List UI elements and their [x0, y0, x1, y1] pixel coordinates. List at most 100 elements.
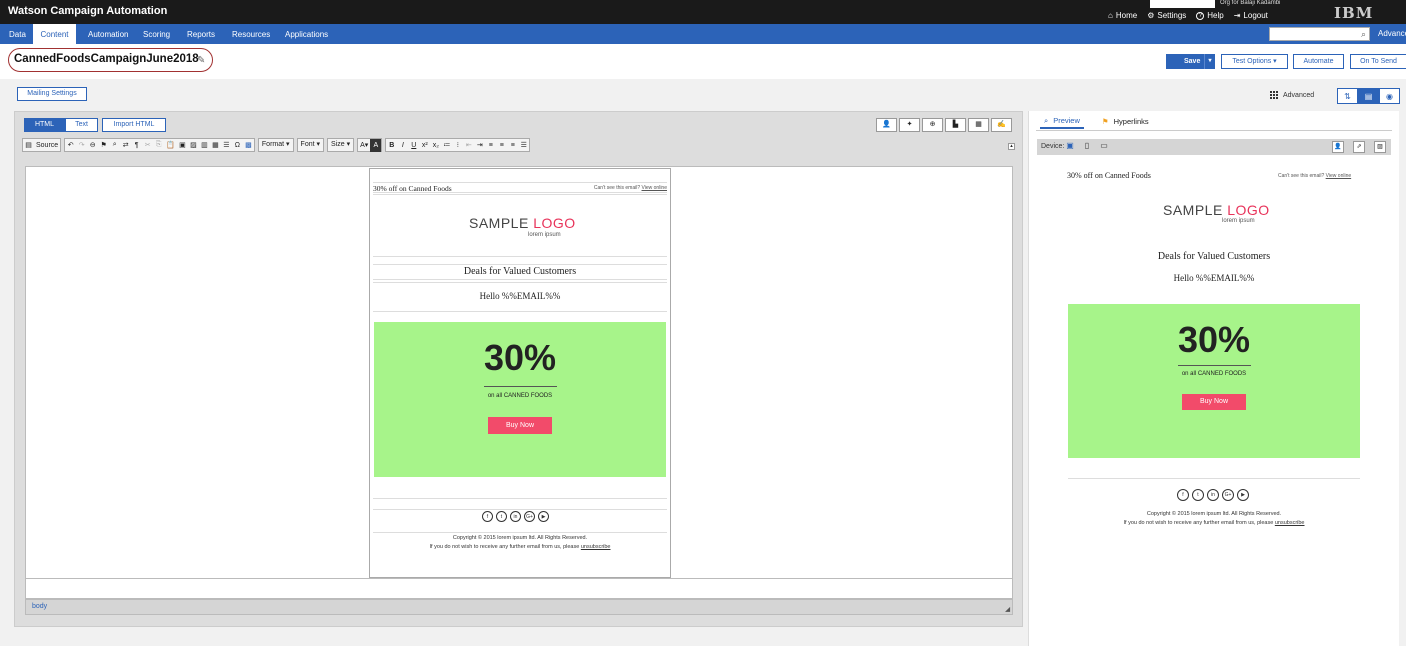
- on-to-send-button[interactable]: On To Send: [1350, 54, 1406, 69]
- link-icon[interactable]: ⊕: [922, 118, 943, 132]
- preview-view-online-link[interactable]: View online: [1326, 173, 1351, 179]
- linkedin-icon[interactable]: in: [1207, 489, 1219, 501]
- twitter-icon[interactable]: t: [1192, 489, 1204, 501]
- redo-icon[interactable]: ↷: [76, 139, 87, 152]
- paragraph-icon[interactable]: ¶: [131, 139, 142, 152]
- bg-color-icon[interactable]: A: [370, 138, 382, 152]
- email-template[interactable]: 30% off on Canned Foods Can't see this e…: [369, 168, 671, 578]
- align-left-icon[interactable]: ≡: [485, 139, 496, 152]
- special-char-icon[interactable]: Ω: [232, 139, 243, 152]
- google-plus-icon[interactable]: G+: [1222, 489, 1234, 501]
- flag-icon[interactable]: ⚑: [98, 139, 109, 152]
- tablet-device-icon[interactable]: ▭: [1099, 141, 1109, 153]
- iframe-icon[interactable]: ▩: [243, 139, 254, 152]
- split-view-icon[interactable]: ⇅: [1337, 88, 1358, 104]
- underline-icon[interactable]: U: [408, 139, 419, 152]
- indent-icon[interactable]: ⇥: [474, 139, 485, 152]
- save-dropdown-icon[interactable]: ▾: [1204, 54, 1215, 69]
- italic-icon[interactable]: I: [397, 139, 408, 152]
- facebook-icon[interactable]: f: [482, 511, 493, 522]
- search-input[interactable]: ⌕: [1269, 27, 1370, 41]
- personalize-icon[interactable]: 👤: [876, 118, 897, 132]
- table-icon[interactable]: ▦: [210, 139, 221, 152]
- page-title[interactable]: CannedFoodsCampaignJune2018: [14, 53, 199, 65]
- signature-icon[interactable]: ✍: [991, 118, 1012, 132]
- subscript-icon[interactable]: x₂: [430, 139, 441, 152]
- edit-pencil-icon[interactable]: ✎: [197, 55, 205, 66]
- tab-scoring[interactable]: Scoring: [143, 24, 170, 44]
- tab-import-html[interactable]: Import HTML: [102, 118, 166, 132]
- document-icon[interactable]: ▙: [945, 118, 966, 132]
- twitter-icon[interactable]: t: [496, 511, 507, 522]
- logout-link[interactable]: ⇥ Logout: [1234, 11, 1268, 20]
- undo-icon[interactable]: ↶: [65, 139, 76, 152]
- preview-buy-now-button[interactable]: Buy Now: [1182, 394, 1246, 410]
- test-options-button[interactable]: Test Options ▾: [1221, 54, 1288, 69]
- tab-preview[interactable]: ⌕ Preview: [1040, 114, 1084, 129]
- buy-now-button[interactable]: Buy Now: [488, 417, 552, 434]
- tab-automation[interactable]: Automation: [88, 24, 128, 44]
- font-dropdown[interactable]: Font ▾: [296, 138, 325, 152]
- replace-icon[interactable]: ⇄: [120, 139, 131, 152]
- advanced-search-link[interactable]: Advance: [1378, 29, 1406, 38]
- link-insert-icon[interactable]: ⊖: [87, 139, 98, 152]
- home-link[interactable]: ⌂ Home: [1108, 11, 1137, 20]
- justify-icon[interactable]: ☰: [518, 139, 529, 152]
- tab-text[interactable]: Text: [65, 118, 98, 132]
- tab-applications[interactable]: Applications: [285, 24, 328, 44]
- copy-icon[interactable]: ⎘: [153, 139, 164, 152]
- layout-icon[interactable]: ▦: [968, 118, 989, 132]
- numbered-list-icon[interactable]: ≔: [441, 139, 452, 152]
- youtube-icon[interactable]: ▶: [1237, 489, 1249, 501]
- align-right-icon[interactable]: ≡: [507, 139, 518, 152]
- find-icon[interactable]: ⌕: [109, 139, 120, 152]
- paste-word-icon[interactable]: ▨: [188, 139, 199, 152]
- text-color-icon[interactable]: A▾: [358, 139, 370, 152]
- resize-grip-icon[interactable]: ◢: [1005, 606, 1010, 613]
- element-path[interactable]: body: [32, 603, 47, 610]
- source-button[interactable]: ▤ Source: [22, 138, 62, 152]
- tab-content[interactable]: Content: [33, 24, 76, 44]
- search-icon[interactable]: ⌕: [1361, 29, 1366, 40]
- dynamic-content-icon[interactable]: ✦: [899, 118, 920, 132]
- tab-reports[interactable]: Reports: [187, 24, 215, 44]
- desktop-device-icon[interactable]: ▣: [1065, 141, 1075, 153]
- bold-icon[interactable]: B: [386, 139, 397, 152]
- layout-view-icon[interactable]: ▤: [1358, 88, 1379, 104]
- preview-person-icon[interactable]: 👤: [1332, 141, 1344, 153]
- tab-hyperlinks[interactable]: ⚑ Hyperlinks: [1098, 114, 1153, 129]
- automate-button[interactable]: Automate: [1293, 54, 1344, 69]
- paste-icon[interactable]: 📋: [164, 139, 177, 152]
- save-button[interactable]: Save ▾: [1166, 54, 1215, 69]
- preview-unsubscribe-link[interactable]: unsubscribe: [1275, 520, 1305, 526]
- hr-icon[interactable]: ☰: [221, 139, 232, 152]
- google-plus-icon[interactable]: G+: [524, 511, 535, 522]
- advanced-toggle[interactable]: Advanced: [1270, 91, 1314, 100]
- size-dropdown[interactable]: Size ▾: [327, 138, 355, 152]
- tab-data[interactable]: Data: [9, 24, 26, 44]
- eye-icon[interactable]: ◉: [1379, 88, 1400, 104]
- collapse-toolbar-icon[interactable]: ▴: [1008, 143, 1015, 150]
- image-icon[interactable]: ▥: [199, 139, 210, 152]
- help-link[interactable]: ? Help: [1196, 11, 1224, 20]
- superscript-icon[interactable]: x²: [419, 139, 430, 152]
- outdent-icon[interactable]: ⇤: [463, 139, 474, 152]
- linkedin-icon[interactable]: in: [510, 511, 521, 522]
- paste-text-icon[interactable]: ▣: [177, 139, 188, 152]
- mailing-settings-button[interactable]: Mailing Settings: [17, 87, 87, 101]
- cut-icon[interactable]: ✂: [142, 139, 153, 152]
- phone-device-icon[interactable]: ▯: [1082, 141, 1092, 153]
- preview-share-icon[interactable]: ⇗: [1353, 141, 1365, 153]
- bullet-list-icon[interactable]: ⁝: [452, 139, 463, 152]
- tab-html[interactable]: HTML: [24, 118, 65, 132]
- facebook-icon[interactable]: f: [1177, 489, 1189, 501]
- org-selector[interactable]: [1150, 0, 1215, 8]
- unsubscribe-link[interactable]: unsubscribe: [581, 544, 611, 550]
- preview-image-off-icon[interactable]: ▨: [1374, 141, 1386, 153]
- tab-resources[interactable]: Resources: [232, 24, 270, 44]
- youtube-icon[interactable]: ▶: [538, 511, 549, 522]
- format-dropdown[interactable]: Format ▾: [257, 138, 294, 152]
- settings-link[interactable]: ⚙ Settings: [1147, 11, 1186, 20]
- align-center-icon[interactable]: ≡: [496, 139, 507, 152]
- view-online-link[interactable]: View online: [642, 185, 667, 191]
